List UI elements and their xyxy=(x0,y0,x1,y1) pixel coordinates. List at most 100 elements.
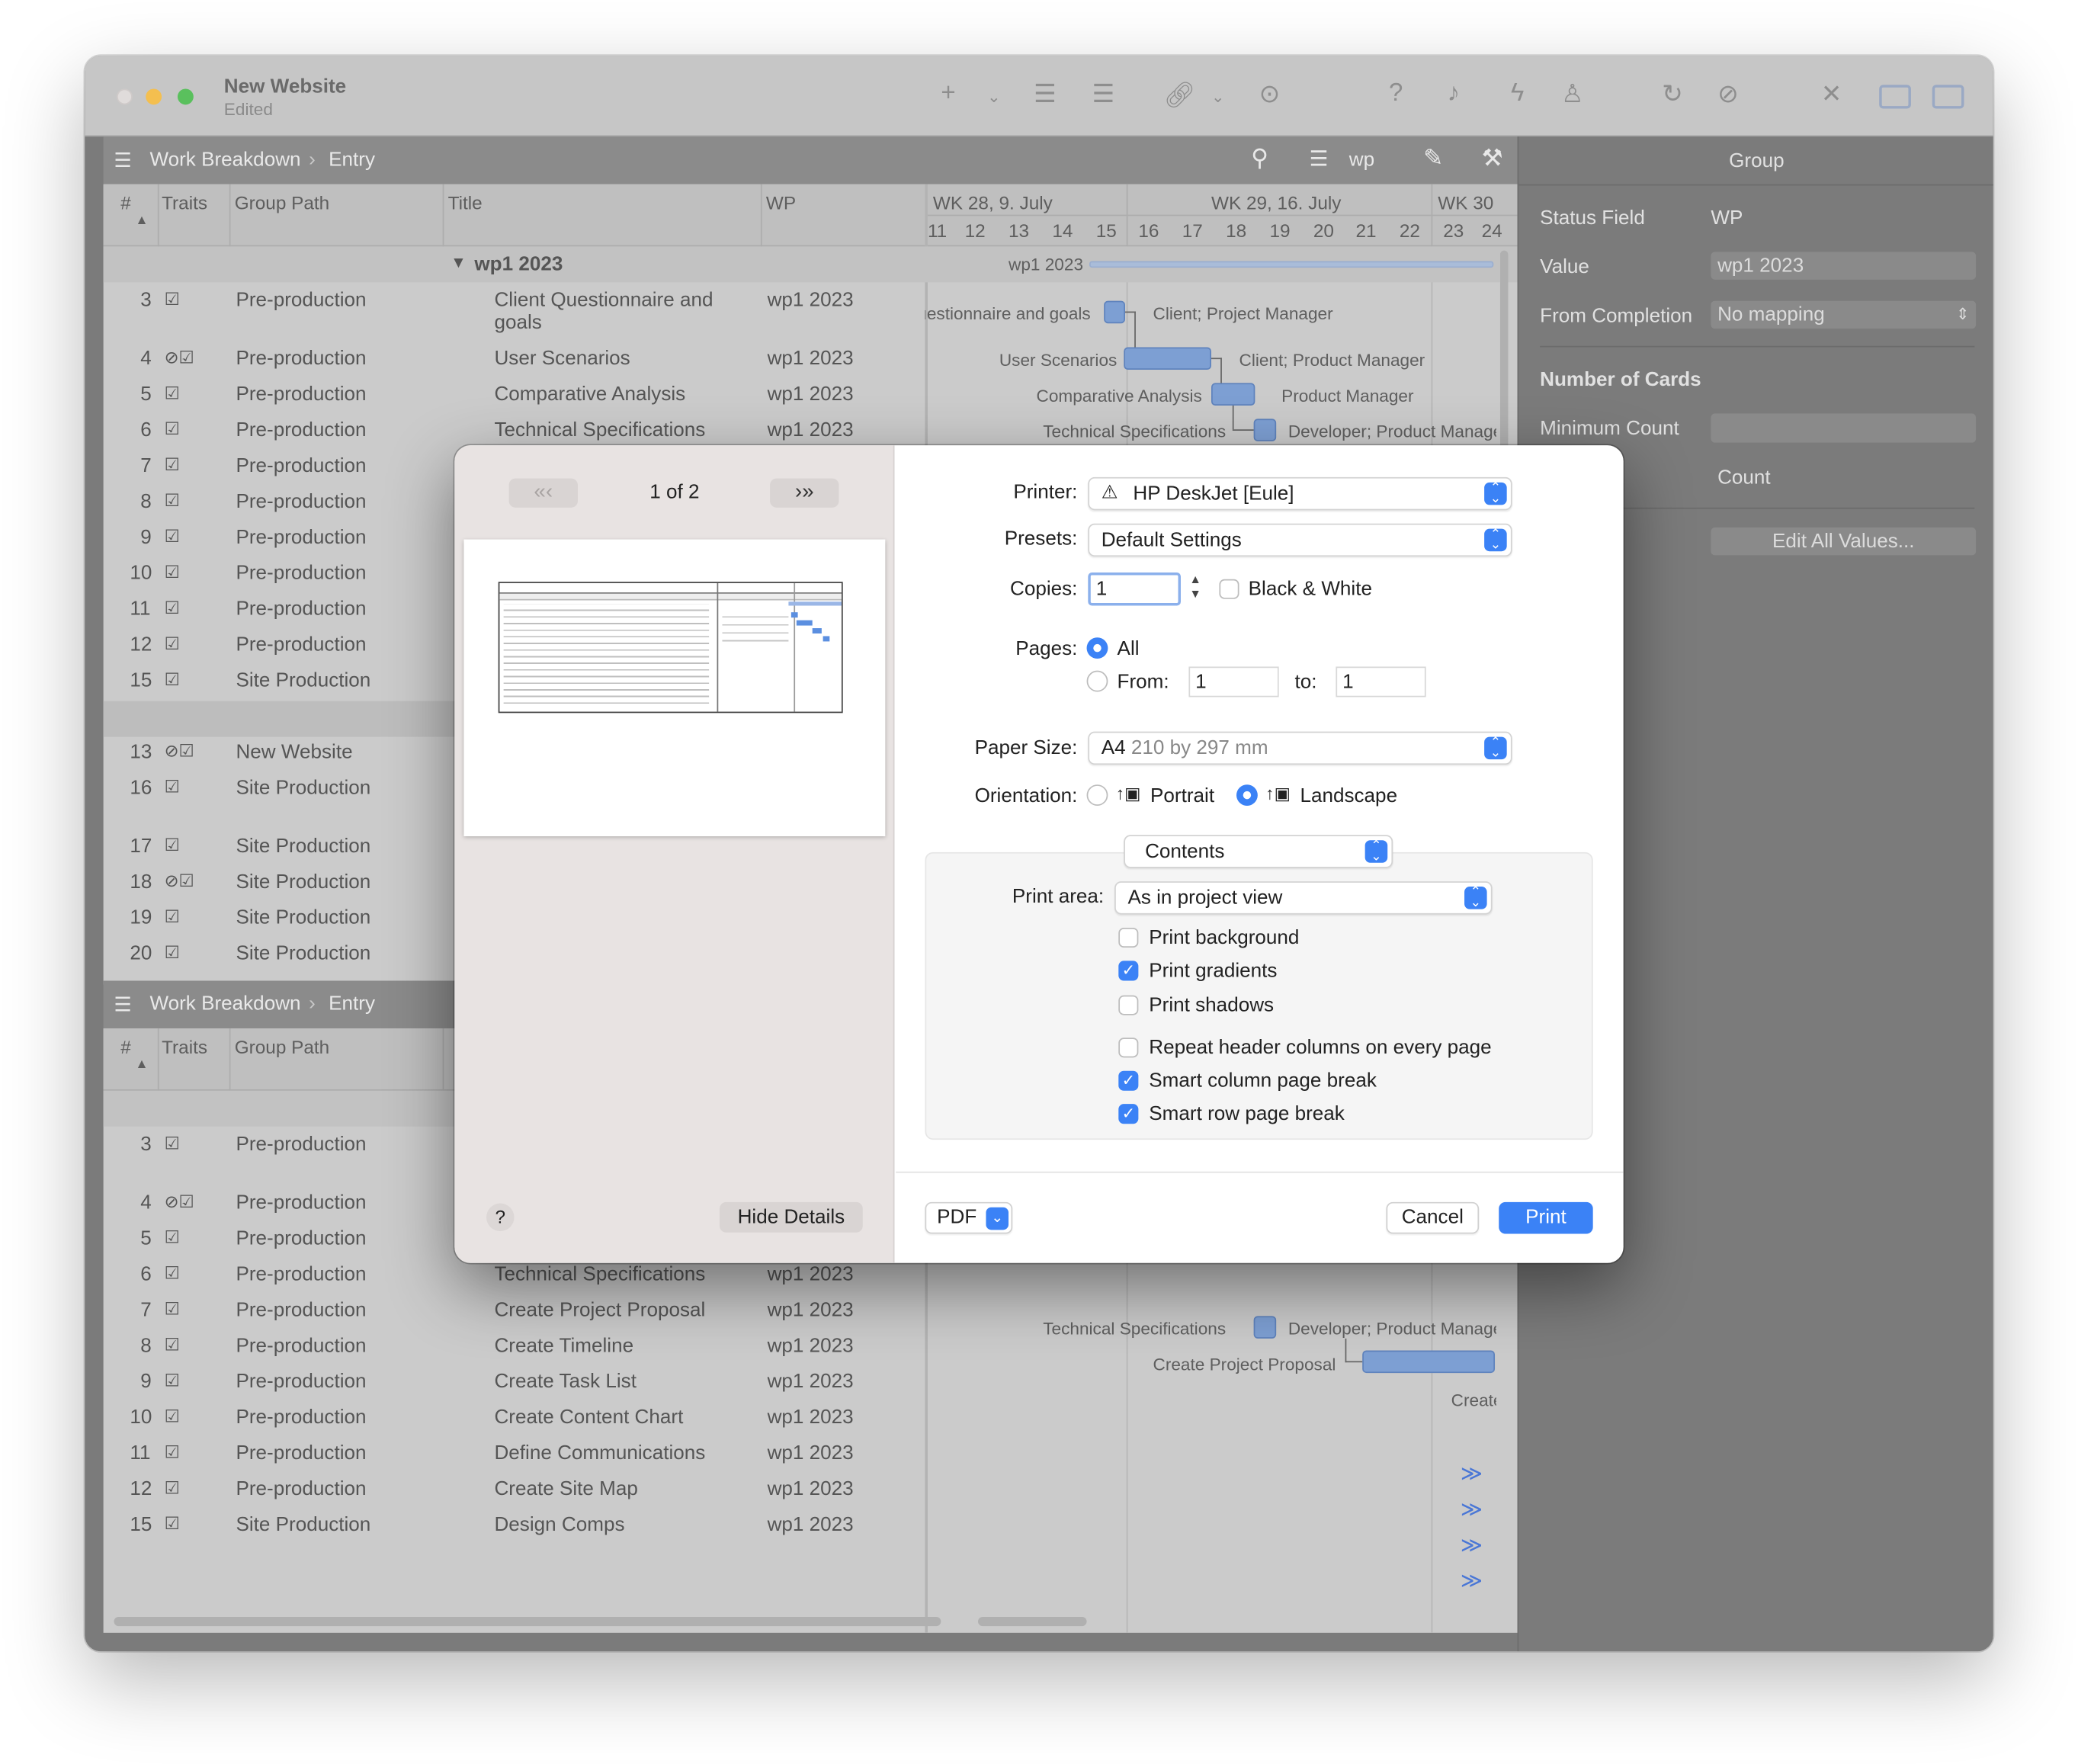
value-field[interactable]: wp1 2023 xyxy=(1711,252,1977,280)
table-row[interactable]: 15 ☑ Site Production Design Comps wp1 20… xyxy=(104,1509,925,1545)
brush-icon[interactable]: ✎ xyxy=(1423,144,1443,172)
table-row[interactable]: 12 ☑ Pre-production xyxy=(104,630,448,666)
group-summary-bar[interactable] xyxy=(1089,261,1494,268)
outdent-icon[interactable]: ☰ xyxy=(1092,79,1115,110)
col-traits[interactable]: Traits xyxy=(162,192,207,213)
pages-all-radio[interactable] xyxy=(1086,637,1108,659)
first-prev-page-button[interactable]: «‹ xyxy=(508,478,578,508)
print-background-checkbox[interactable] xyxy=(1118,927,1139,948)
group-row[interactable] xyxy=(103,1090,461,1127)
print-shadows-checkbox[interactable] xyxy=(1118,995,1139,1015)
smart-column-checkbox[interactable]: ✓ xyxy=(1118,1070,1139,1091)
wp-filter-label[interactable]: wp xyxy=(1349,149,1374,172)
breadcrumb-root[interactable]: Work Breakdown xyxy=(149,993,300,1015)
table-row[interactable]: 17 ☑ Site Production xyxy=(104,831,448,867)
presets-select[interactable]: Default Settings ⌃ ⌄ xyxy=(1088,523,1512,557)
table-row[interactable]: 20 ☑ Site Production xyxy=(104,938,448,974)
print-button[interactable]: Print xyxy=(1499,1201,1593,1234)
table-row[interactable]: 3 ☑ Pre-production xyxy=(104,1129,448,1165)
tools-icon[interactable]: ✕ xyxy=(1821,79,1842,110)
horizontal-scrollbar[interactable] xyxy=(114,1616,941,1627)
wrench-icon[interactable]: ⚒ xyxy=(1482,144,1503,172)
filter-icon[interactable]: ⚲ xyxy=(1251,144,1268,172)
from-completion-select[interactable]: No mapping xyxy=(1711,300,1977,329)
cancel-button[interactable]: Cancel xyxy=(1386,1201,1480,1234)
help-icon[interactable]: ? xyxy=(1389,79,1403,108)
indent-icon[interactable]: ☰ xyxy=(1034,79,1057,110)
pages-to-input[interactable]: 1 xyxy=(1336,666,1426,698)
col-num[interactable]: # xyxy=(120,192,131,213)
col-num[interactable]: # xyxy=(120,1037,131,1058)
sync-icon[interactable]: ↻ xyxy=(1662,79,1683,110)
gantt-task-bar[interactable] xyxy=(1253,1316,1277,1339)
table-row[interactable]: 11 ☑ Pre-production xyxy=(104,594,448,630)
table-row[interactable]: 12 ☑ Pre-production Create Site Map wp1 … xyxy=(104,1474,925,1509)
table-row[interactable]: 9 ☑ Pre-production Create Task List wp1 … xyxy=(104,1366,925,1402)
gantt-task-bar[interactable] xyxy=(1211,383,1255,406)
breadcrumb-root[interactable]: Work Breakdown xyxy=(149,149,300,172)
table-row[interactable]: 7 ☑ Pre-production Create Project Propos… xyxy=(104,1295,925,1331)
repeat-header-checkbox[interactable] xyxy=(1118,1038,1139,1058)
min-count-field[interactable] xyxy=(1711,413,1977,443)
columns-icon[interactable]: ☰ xyxy=(1310,146,1329,172)
disclosure-triangle-icon[interactable]: ▼ xyxy=(451,253,467,271)
col-group-path[interactable]: Group Path xyxy=(235,1037,329,1058)
share-icon[interactable]: ⊘ xyxy=(1717,79,1739,110)
more-arrow-icon[interactable]: ≫ xyxy=(1461,1461,1483,1487)
section-select[interactable]: Contents ⌃ ⌄ xyxy=(1124,835,1393,868)
chevron-down-icon[interactable]: ⌄ xyxy=(1211,88,1224,106)
print-area-select[interactable]: As in project view ⌃ ⌄ xyxy=(1114,881,1493,915)
breadcrumb-leaf[interactable]: Entry xyxy=(329,993,375,1015)
col-traits[interactable]: Traits xyxy=(162,1037,207,1058)
table-row[interactable]: 18 ⊘☑ Site Production xyxy=(104,867,448,903)
pages-range-radio[interactable] xyxy=(1086,670,1108,692)
bell-icon[interactable]: ♪ xyxy=(1447,79,1460,108)
next-last-page-button[interactable]: ›» xyxy=(770,478,839,508)
table-row[interactable]: 6 ☑ Pre-production Technical Specificati… xyxy=(104,1259,925,1295)
copies-input[interactable]: 1 xyxy=(1088,572,1182,606)
table-row[interactable]: 8 ☑ Pre-production Create Timeline wp1 2… xyxy=(104,1330,925,1366)
gantt-task-bar[interactable] xyxy=(1253,419,1277,441)
link-icon[interactable]: 🔗︎ xyxy=(1163,79,1195,111)
landscape-radio[interactable] xyxy=(1236,784,1258,807)
close-window-button[interactable] xyxy=(116,88,133,105)
bottom-panel-toggle-icon[interactable] xyxy=(1879,85,1911,109)
black-white-checkbox[interactable] xyxy=(1219,579,1239,599)
col-title[interactable]: Title xyxy=(448,192,483,213)
pdf-menu-button[interactable]: PDF ⌄ xyxy=(925,1201,1013,1234)
more-arrow-icon[interactable]: ≫ xyxy=(1461,1496,1483,1523)
table-row[interactable]: 5 ☑ Pre-production xyxy=(104,1224,448,1259)
table-row[interactable]: 4 ⊘☑ Pre-production xyxy=(104,1188,448,1224)
chevron-down-icon[interactable]: ⌄ xyxy=(987,88,1000,106)
more-arrow-icon[interactable]: ≫ xyxy=(1461,1568,1483,1595)
minimize-window-button[interactable] xyxy=(146,88,162,105)
table-row[interactable]: 19 ☑ Site Production xyxy=(104,903,448,938)
table-row[interactable]: 16 ☑ Site Production xyxy=(104,773,448,809)
person-icon[interactable]: ♙ xyxy=(1561,79,1584,110)
flash-icon[interactable]: ϟ xyxy=(1511,79,1524,108)
table-row[interactable]: 11 ☑ Pre-production Define Communication… xyxy=(104,1438,925,1474)
table-row[interactable]: 13 ⊘☑ New Website xyxy=(104,737,448,773)
col-wp[interactable]: WP xyxy=(766,192,796,213)
table-row[interactable]: 4 ⊘☑ Pre-production User Scenarios wp1 2… xyxy=(104,343,925,379)
printer-select[interactable]: ⚠ HP DeskJet [Eule] ⌃ ⌄ xyxy=(1088,476,1512,511)
copies-stepper[interactable]: ▲ ▼ xyxy=(1186,572,1204,605)
help-button[interactable]: ? xyxy=(486,1203,515,1232)
table-row[interactable]: 3 ☑ Pre-production Client Questionnaire … xyxy=(104,285,925,351)
paper-size-select[interactable]: A4 210 by 297 mm ⌃ ⌄ xyxy=(1088,731,1512,765)
zoom-window-button[interactable] xyxy=(177,88,194,105)
more-arrow-icon[interactable]: ≫ xyxy=(1461,1532,1483,1559)
table-row[interactable]: 10 ☑ Pre-production xyxy=(104,558,448,594)
gantt-task-bar[interactable] xyxy=(1124,347,1211,370)
group-row[interactable] xyxy=(103,701,461,737)
pages-from-input[interactable]: 1 xyxy=(1188,666,1279,698)
sidebar-toggle-icon[interactable] xyxy=(1932,85,1964,109)
portrait-radio[interactable] xyxy=(1086,784,1108,807)
breadcrumb-leaf[interactable]: Entry xyxy=(329,149,375,172)
table-row[interactable]: 7 ☑ Pre-production xyxy=(104,451,448,486)
edit-all-values-button[interactable]: Edit All Values... xyxy=(1711,527,1977,556)
print-gradients-checkbox[interactable]: ✓ xyxy=(1118,961,1139,981)
table-row[interactable]: 8 ☑ Pre-production xyxy=(104,486,448,522)
table-row[interactable]: 9 ☑ Pre-production xyxy=(104,522,448,558)
hide-details-button[interactable]: Hide Details xyxy=(720,1201,863,1233)
